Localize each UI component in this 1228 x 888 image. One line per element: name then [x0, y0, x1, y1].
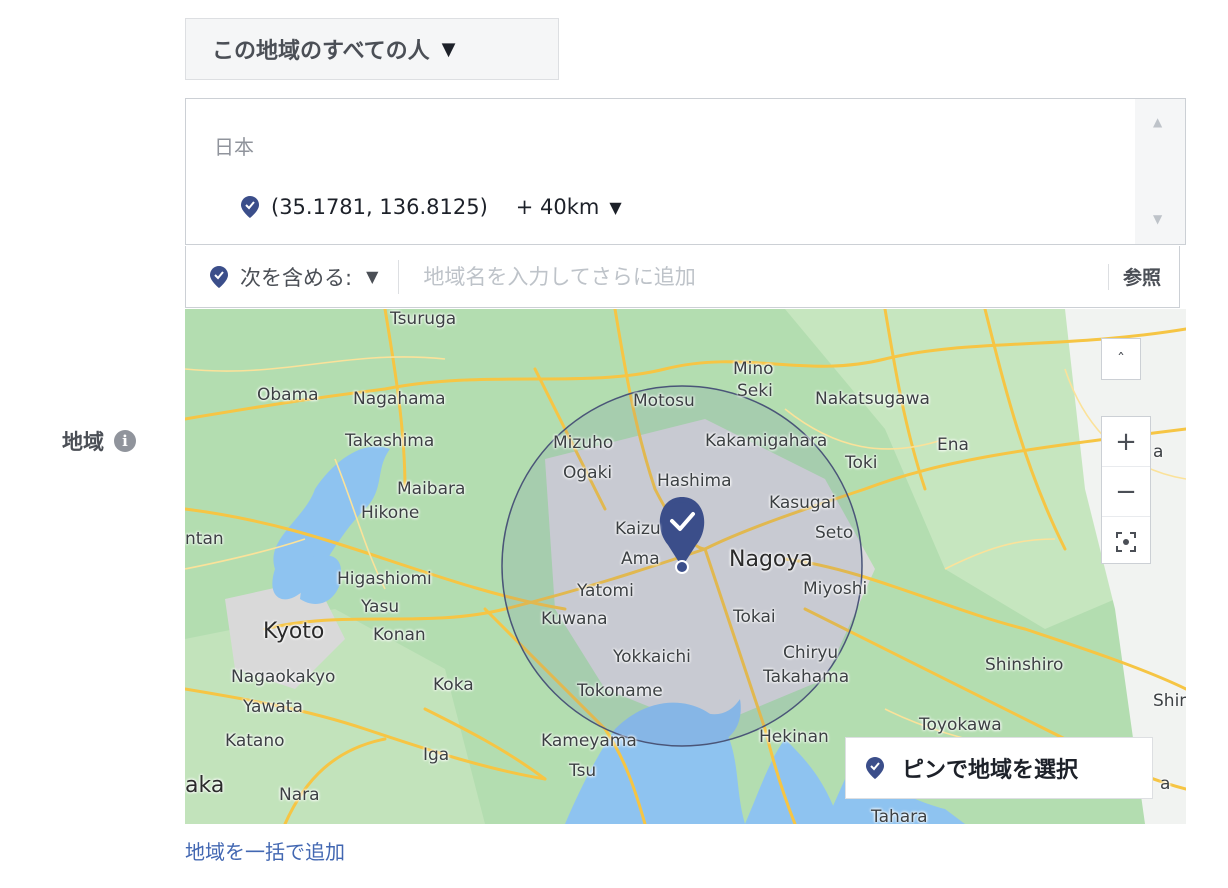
map-place-label: Toyokawa	[919, 715, 1002, 735]
include-exclude-dropdown[interactable]: 次を含める: ▼	[186, 262, 378, 292]
map-place-label: Kuwana	[541, 609, 608, 629]
caret-down-icon: ▼	[366, 267, 379, 286]
map-pin-icon	[241, 196, 259, 218]
map-place-label: Ama	[621, 549, 660, 569]
collapse-map-button[interactable]: ˆ	[1101, 338, 1141, 380]
map-place-label: Motosu	[633, 391, 695, 411]
recenter-button[interactable]	[1102, 517, 1150, 566]
map-place-label: Konan	[373, 625, 426, 645]
zoom-controls: + −	[1101, 416, 1151, 564]
map-place-label: Nagoya	[729, 547, 813, 572]
map-place-label: Yatomi	[577, 581, 634, 601]
map-place-label: Hashima	[657, 471, 732, 491]
map-place-label: aka	[185, 773, 225, 798]
info-icon[interactable]: i	[114, 430, 136, 452]
map-place-label: a	[1160, 774, 1171, 794]
caret-down-icon: ▼	[441, 38, 456, 60]
map-place-label: Tahara	[871, 807, 928, 825]
map-place-label: Ena	[937, 435, 969, 455]
map[interactable]: Tsuruga Obama Nagahama Mino Seki Motosu …	[185, 309, 1186, 824]
bulk-add-locations-link[interactable]: 地域を一括で追加	[185, 836, 345, 865]
map-place-label: Shinshiro	[985, 655, 1064, 675]
map-place-label: Takahama	[763, 667, 850, 687]
map-place-label: Seki	[737, 381, 773, 401]
map-place-label: Kaizu	[615, 519, 661, 539]
map-place-label: Mizuho	[553, 433, 614, 453]
scrollbar[interactable]: ▲ ▼	[1135, 99, 1185, 244]
map-place-label: Tokai	[733, 607, 776, 627]
map-place-label: Maibara	[397, 479, 466, 499]
map-place-label: Tsuruga	[390, 309, 457, 329]
map-place-label: Higashiomi	[337, 569, 432, 589]
audience-dropdown-label: この地域のすべての人	[212, 39, 430, 64]
map-place-label: Kameyama	[541, 731, 637, 751]
drop-pin-label: ピンで地域を選択	[902, 758, 1079, 783]
map-place-label: Katano	[225, 731, 285, 751]
map-place-label: Yawata	[243, 697, 303, 717]
map-place-label: Iga	[423, 745, 450, 765]
location-item: (35.1781, 136.8125) + 40km ▼	[241, 195, 622, 219]
include-mode-label: 次を含める:	[240, 265, 353, 290]
map-pin-icon	[210, 265, 228, 288]
map-place-label: Kyoto	[263, 619, 325, 644]
map-place-label: a	[1153, 442, 1164, 462]
map-place-label: Toki	[845, 453, 878, 473]
location-label-text: 地域	[62, 430, 104, 454]
caret-down-icon: ▼	[609, 197, 622, 217]
map-place-label: Nagaokakyo	[231, 667, 336, 687]
map-place-label: Obama	[257, 385, 319, 405]
map-place-label: Nagahama	[353, 389, 446, 409]
zoom-in-button[interactable]: +	[1102, 417, 1150, 467]
map-place-label: Yokkaichi	[613, 647, 691, 667]
audience-dropdown[interactable]: この地域のすべての人 ▼	[185, 18, 559, 80]
map-place-label: Takashima	[345, 431, 435, 451]
radius-value: + 40km	[515, 195, 600, 219]
map-place-label: Kakamigahara	[705, 431, 828, 451]
map-place-label: Chiryu	[783, 643, 839, 663]
location-search-input[interactable]	[421, 263, 986, 290]
map-place-label: Ogaki	[563, 463, 613, 483]
drop-pin-button[interactable]: ピンで地域を選択	[845, 737, 1153, 799]
location-field-label: 地域 i	[62, 426, 136, 456]
map-place-label: Seto	[815, 523, 854, 543]
scroll-down-arrow-icon[interactable]: ▼	[1153, 212, 1162, 226]
map-pin-icon	[866, 757, 884, 779]
browse-label: 参照	[1122, 267, 1161, 289]
map-place-label: Yasu	[361, 597, 400, 617]
map-place-label: Hikone	[361, 503, 420, 523]
scroll-up-arrow-icon[interactable]: ▲	[1153, 115, 1162, 129]
divider	[398, 259, 400, 294]
map-place-label: Kasugai	[769, 493, 836, 513]
map-place-label: ntan	[185, 529, 224, 549]
map-place-label: Koka	[433, 675, 474, 695]
map-place-label: Tsu	[569, 761, 597, 781]
map-place-label: Nara	[279, 785, 320, 805]
map-place-label: Tokoname	[577, 681, 663, 701]
browse-button[interactable]: 参照	[1107, 246, 1179, 307]
radius-dropdown[interactable]: + 40km ▼	[516, 195, 622, 219]
recenter-icon	[1116, 531, 1136, 552]
location-coords: (35.1781, 136.8125)	[271, 195, 488, 219]
location-list: 日本 (35.1781, 136.8125) + 40km ▼ ▲ ▼	[185, 98, 1186, 245]
location-search-bar: 次を含める: ▼ 参照	[185, 246, 1180, 308]
map-place-label: Shim	[1153, 691, 1186, 711]
map-place-label: Hekinan	[759, 727, 829, 747]
map-place-label: Miyoshi	[803, 579, 868, 599]
zoom-out-button[interactable]: −	[1102, 467, 1150, 517]
map-place-label: Nakatsugawa	[815, 389, 930, 409]
location-country: 日本	[214, 135, 254, 159]
map-place-label: Mino	[733, 359, 774, 379]
